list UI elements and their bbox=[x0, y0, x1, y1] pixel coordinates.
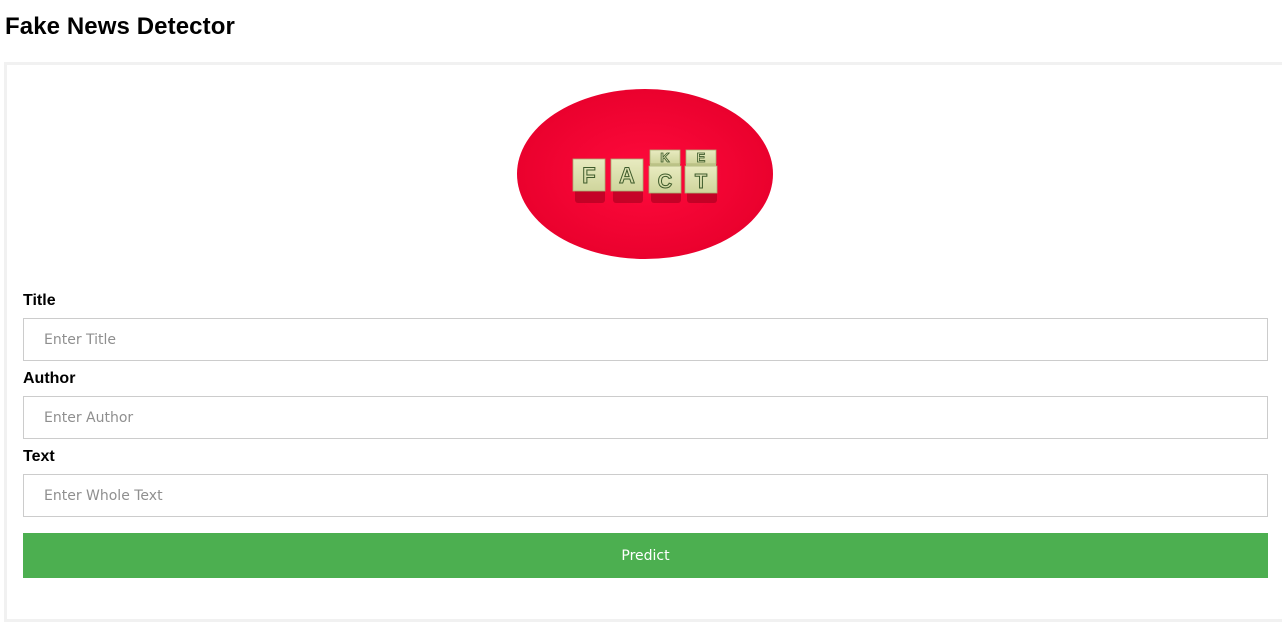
svg-text:C: C bbox=[658, 171, 672, 193]
block-k: K bbox=[649, 149, 681, 166]
svg-text:T: T bbox=[695, 171, 707, 193]
svg-text:A: A bbox=[619, 163, 635, 188]
block-a: A bbox=[610, 158, 644, 192]
text-input[interactable] bbox=[23, 474, 1268, 517]
text-label: Text bbox=[23, 448, 55, 465]
predict-button[interactable]: Predict bbox=[23, 533, 1268, 578]
block-c: C bbox=[648, 165, 682, 194]
svg-text:K: K bbox=[660, 150, 670, 165]
fake-fact-logo-image: K E F A C T bbox=[517, 89, 773, 259]
svg-text:E: E bbox=[697, 150, 706, 165]
block-f: F bbox=[572, 158, 606, 192]
logo-background bbox=[517, 89, 773, 259]
author-label: Author bbox=[23, 370, 76, 387]
page-title: Fake News Detector bbox=[5, 13, 235, 40]
block-t: T bbox=[684, 165, 718, 194]
title-label: Title bbox=[23, 292, 56, 309]
block-e: E bbox=[685, 149, 717, 166]
author-input[interactable] bbox=[23, 396, 1268, 439]
svg-text:F: F bbox=[582, 163, 595, 188]
title-input[interactable] bbox=[23, 318, 1268, 361]
